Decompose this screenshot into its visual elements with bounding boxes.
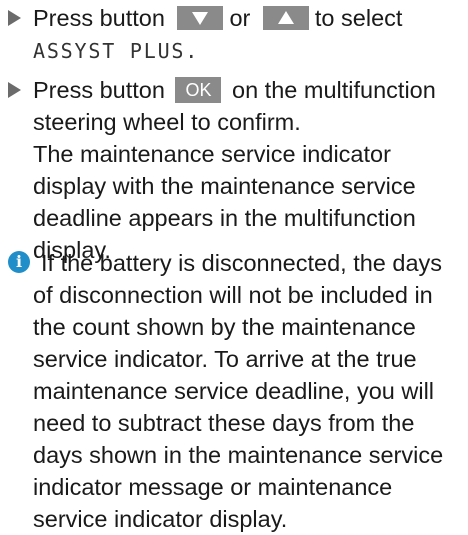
- note-text: If the battery is disconnected, the days…: [33, 250, 444, 532]
- manual-page: Press button or to select ASSYST PLUS. P…: [0, 0, 468, 532]
- menu-item-assyst-plus: ASSYST PLUS.: [33, 39, 200, 63]
- step-body: Press button OK on the multifunction ste…: [33, 74, 460, 266]
- arrow-up-icon: [277, 10, 294, 24]
- step-result-text: The maintenance service indicator displa…: [33, 141, 416, 263]
- instruction-step-confirm: Press button OK on the multifunction ste…: [8, 74, 460, 266]
- step-bullet-icon: [8, 82, 21, 98]
- step-text-after: to select: [314, 5, 403, 31]
- arrow-up-key: [262, 5, 309, 30]
- step-bullet-icon: [8, 10, 21, 26]
- arrow-down-icon: [192, 11, 209, 25]
- info-icon: i: [8, 251, 30, 273]
- instruction-step-select: Press button or to select ASSYST PLUS.: [8, 2, 460, 67]
- step-text-or: or: [229, 5, 251, 31]
- step-text-before: Press button: [33, 5, 165, 31]
- info-note: i If the battery is disconnected, the da…: [8, 247, 462, 535]
- arrow-down-key: [177, 5, 224, 30]
- step-body: Press button or to select ASSYST PLUS.: [33, 2, 460, 67]
- ok-key: OK: [175, 76, 222, 103]
- step-text-before: Press button: [33, 77, 165, 103]
- note-body: If the battery is disconnected, the days…: [33, 247, 462, 535]
